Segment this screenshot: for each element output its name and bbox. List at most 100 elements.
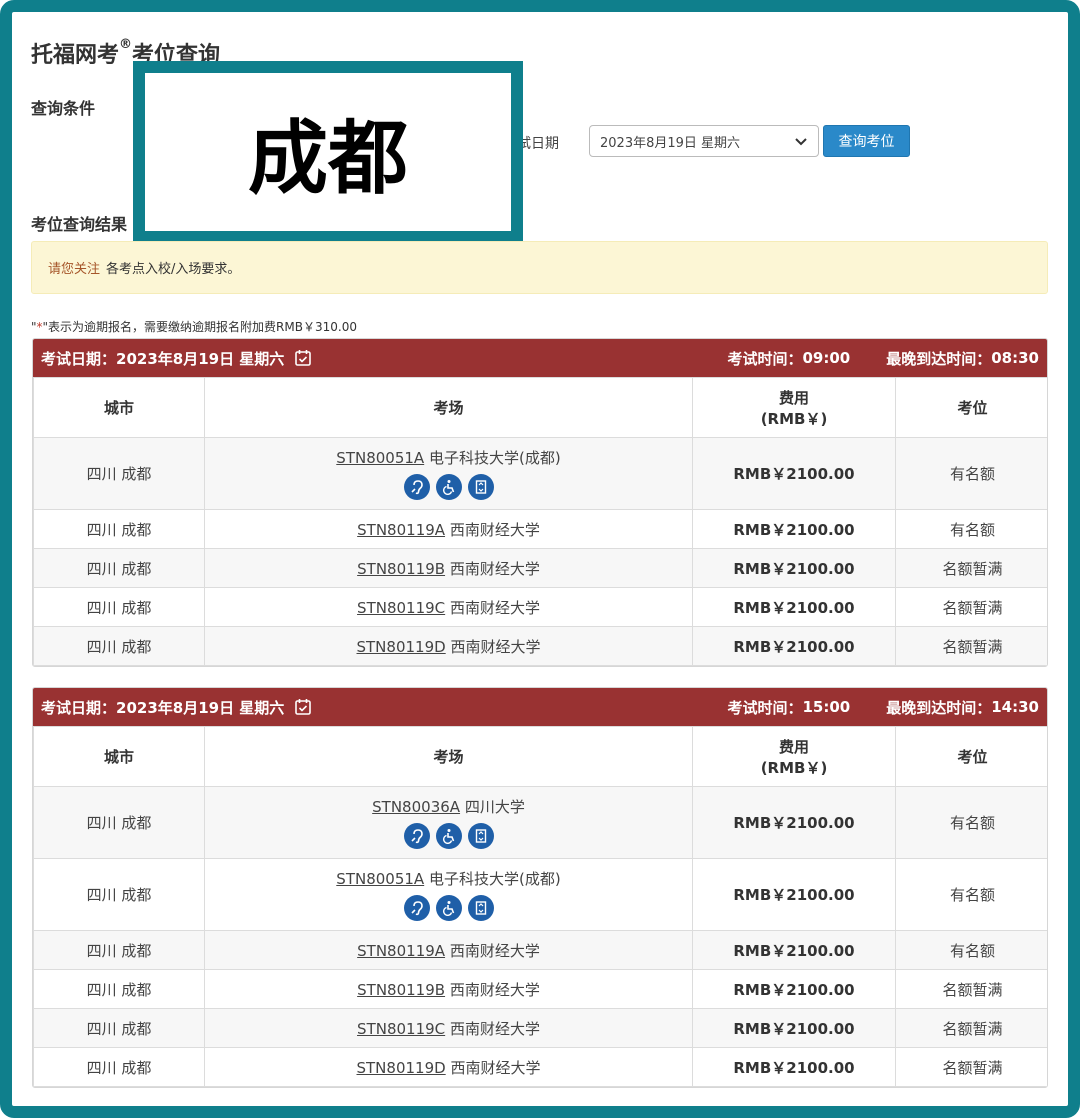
latest-arrival-label: 最晚到达时间： [886,698,992,717]
venue-code-link[interactable]: STN80051A [336,870,424,888]
latest-arrival-label: 最晚到达时间： [886,349,992,368]
venue-cell: STN80119D 西南财经大学 [204,1047,693,1087]
session-header: 考试日期： 2023年8月19日 星期六 考试时间： 09:00 最晚到达时间：… [33,339,1047,377]
exam-session: 考试日期： 2023年8月19日 星期六 考试时间： 15:00 最晚到达时间：… [32,687,1048,1088]
table-header-row: 城市 考场 费用 (RMB￥) 考位 [33,726,1047,787]
fee-cell: RMB￥2100.00 [692,1008,896,1048]
venue-code-link[interactable]: STN80119A [357,942,445,960]
table-row: 四川 成都 STN80051A 电子科技大学(成都) RMB￥2100.00 有… [33,858,1047,931]
accessibility-icons [205,474,692,500]
exam-time: 15:00 [802,698,851,716]
city-header: 城市 [33,377,205,438]
city-cell: 四川 成都 [33,437,205,510]
venue-cell: STN80051A 电子科技大学(成都) [204,858,693,931]
city-cell: 四川 成都 [33,786,205,859]
hearing-support-icon [403,474,430,500]
elevator-icon [467,895,494,921]
seat-header: 考位 [895,377,1047,438]
hearing-support-icon [403,895,430,921]
city-cell: 四川 成都 [33,509,205,549]
venue-cell: STN80119B 西南财经大学 [204,969,693,1009]
exam-date-label: 考试日期： [41,698,117,717]
venue-name: 西南财经大学 [450,637,541,656]
wheelchair-access-icon [435,895,462,921]
venue-code-link[interactable]: STN80036A [372,798,460,816]
table-row: 四川 成都 STN80119A 西南财经大学 RMB￥2100.00 有名额 [33,509,1047,549]
venue-name: 西南财经大学 [449,520,540,539]
fee-cell: RMB￥2100.00 [692,858,896,931]
seat-status-cell: 名额暂满 [895,1047,1047,1087]
accessibility-icons [205,823,692,849]
fee-cell: RMB￥2100.00 [692,786,896,859]
exam-time: 09:00 [802,349,851,367]
fee-cell: RMB￥2100.00 [692,548,896,588]
fee-header: 费用 (RMB￥) [692,377,896,438]
fee-cell: RMB￥2100.00 [692,930,896,970]
venue-header: 考场 [204,726,693,787]
results-heading: 考位查询结果 [31,215,128,234]
venue-name: 西南财经大学 [449,980,540,999]
venue-cell: STN80036A 四川大学 [204,786,693,859]
fee-header: 费用 (RMB￥) [692,726,896,787]
query-seats-button[interactable]: 查询考位 [823,125,910,157]
table-row: 四川 成都 STN80119C 西南财经大学 RMB￥2100.00 名额暂满 [33,587,1047,627]
seat-status-cell: 有名额 [895,509,1047,549]
venue-code-link[interactable]: STN80119C [357,1020,445,1038]
venue-cell: STN80119A 西南财经大学 [204,509,693,549]
exam-date-label: 试日期 [517,136,559,152]
venue-name: 四川大学 [464,798,525,816]
exam-time-label: 考试时间： [727,349,803,368]
seat-status-cell: 名额暂满 [895,969,1047,1009]
calendar-check-icon [295,699,312,715]
fee-cell: RMB￥2100.00 [692,437,896,510]
elevator-icon [467,474,494,500]
notice-text: 各考点入校/入场要求。 [106,262,241,277]
city-cell: 四川 成都 [33,969,205,1009]
venue-cell: STN80119B 西南财经大学 [204,548,693,588]
city-cell: 四川 成都 [33,587,205,627]
city-cell: 四川 成都 [33,626,205,666]
seat-status-cell: 名额暂满 [895,548,1047,588]
exam-date-select[interactable]: 2023年8月19日 星期六 [589,125,819,157]
venue-code-link[interactable]: STN80119B [357,981,445,999]
venue-code-link[interactable]: STN80119D [357,1059,446,1077]
table-row: 四川 成都 STN80119B 西南财经大学 RMB￥2100.00 名额暂满 [33,969,1047,1009]
table-row: 四川 成都 STN80119A 西南财经大学 RMB￥2100.00 有名额 [33,930,1047,970]
venue-code-link[interactable]: STN80119D [357,638,446,656]
venue-code-link[interactable]: STN80051A [336,449,424,467]
table-row: 四川 成都 STN80036A 四川大学 RMB￥2100.00 有名额 [33,786,1047,859]
venue-name: 西南财经大学 [449,941,540,960]
seat-status-cell: 名额暂满 [895,1008,1047,1048]
hearing-support-icon [403,823,430,849]
wheelchair-access-icon [435,474,462,500]
latest-arrival-time: 14:30 [991,698,1039,716]
venue-table: 城市 考场 费用 (RMB￥) 考位 四川 成都 STN80051A 电子科技大学… [33,377,1047,666]
venue-name: 电子科技大学(成都) [428,870,561,888]
notice-emphasis: 请您关注 [48,262,101,277]
table-row: 四川 成都 STN80119C 西南财经大学 RMB￥2100.00 名额暂满 [33,1008,1047,1048]
chevron-down-icon [795,138,807,146]
fee-cell: RMB￥2100.00 [692,626,896,666]
venue-code-link[interactable]: STN80119B [357,560,445,578]
city-cell: 四川 成都 [33,930,205,970]
seat-status-cell: 有名额 [895,930,1047,970]
seat-status-cell: 有名额 [895,858,1047,931]
city-cell: 四川 成都 [33,1047,205,1087]
venue-name: 电子科技大学(成都) [428,449,561,467]
venue-name: 西南财经大学 [449,598,540,617]
venue-cell: STN80051A 电子科技大学(成都) [204,437,693,510]
venue-code-link[interactable]: STN80119A [357,521,445,539]
venue-name: 西南财经大学 [450,1058,541,1077]
venue-code-link[interactable]: STN80119C [357,599,445,617]
city-overlay-label: 成都 [133,61,523,243]
exam-date: 2023年8月19日 星期六 [116,349,285,368]
accessibility-icons [205,895,692,921]
table-row: 四川 成都 STN80119D 西南财经大学 RMB￥2100.00 名额暂满 [33,626,1047,666]
latest-arrival-time: 08:30 [991,349,1039,367]
venue-cell: STN80119C 西南财经大学 [204,587,693,627]
calendar-check-icon [295,350,312,366]
venue-cell: STN80119D 西南财经大学 [204,626,693,666]
seat-status-cell: 有名额 [895,437,1047,510]
notice-banner: 请您关注 各考点入校/入场要求。 [31,241,1048,294]
venue-table: 城市 考场 费用 (RMB￥) 考位 四川 成都 STN80036A 四川大学 R… [33,726,1047,1087]
